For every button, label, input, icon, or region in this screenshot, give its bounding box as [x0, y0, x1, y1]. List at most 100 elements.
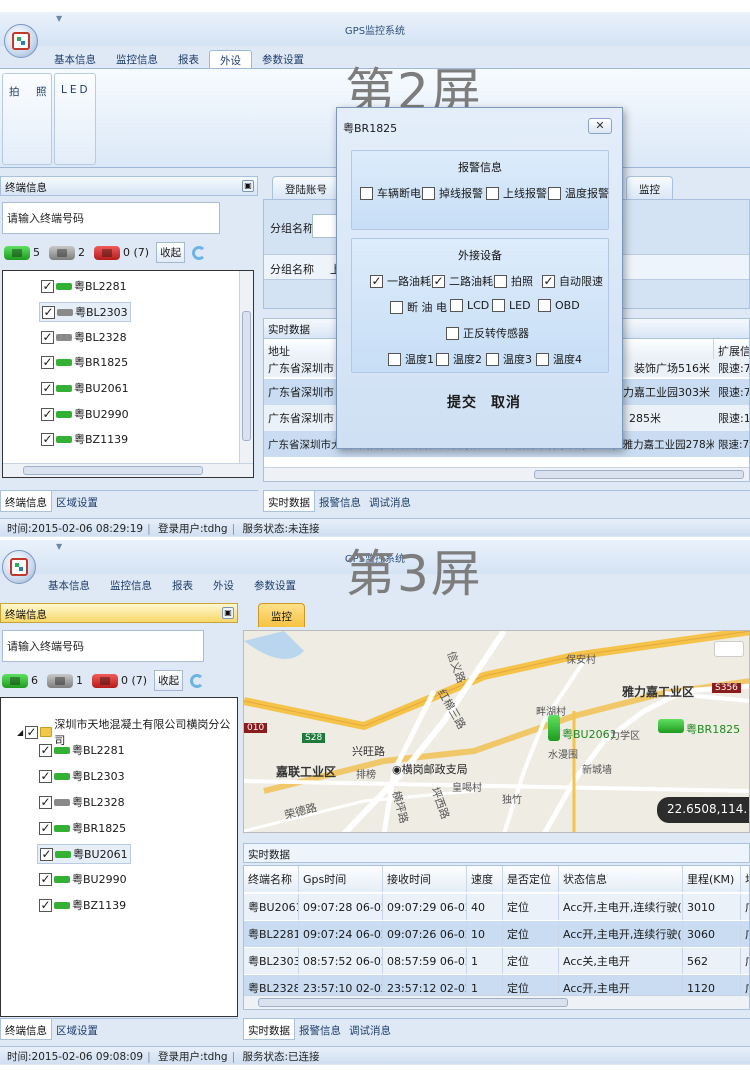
tab-monitor[interactable]: 监控 — [258, 603, 305, 627]
tab-alarm-info[interactable]: 报警信息 — [295, 1019, 345, 1040]
tab-realtime-data[interactable]: 实时数据 — [243, 1019, 295, 1040]
device-rotation-sensor-checkbox[interactable]: 正反转传感器 — [446, 325, 529, 341]
tree-item[interactable]: ✓ 粤BR1825 — [39, 353, 130, 371]
table-row[interactable]: 粤BU2061 09:07:28 06-02 09:07:29 06-02 40 定位 A… — [244, 894, 749, 920]
ribbon-tab-monitor[interactable]: 监控信息 — [106, 50, 168, 68]
checkbox-checked[interactable]: ✓ — [41, 279, 54, 293]
vehicle-marker-icon[interactable] — [658, 719, 684, 733]
checkbox-checked[interactable]: ✓ — [39, 898, 52, 912]
tab-debug-messages[interactable]: 调试消息 — [365, 491, 415, 512]
expand-arrow-icon[interactable]: ◢ — [17, 728, 23, 737]
checkbox-checked[interactable]: ✓ — [41, 381, 54, 395]
alarm-online-checkbox[interactable]: 上线报警 — [486, 185, 547, 201]
device-temp2-checkbox[interactable]: 温度2 — [436, 351, 482, 367]
grid-horizontal-scrollbar[interactable] — [244, 995, 749, 1009]
app-orb-button[interactable] — [4, 24, 38, 58]
tab-terminal-info[interactable]: 终端信息 — [0, 1019, 52, 1040]
checkbox-checked[interactable]: ✓ — [39, 769, 52, 783]
device-temp4-checkbox[interactable]: 温度4 — [536, 351, 582, 367]
alarm-offline-checkbox[interactable]: 掉线报警 — [422, 185, 483, 201]
tab-realtime-data[interactable]: 实时数据 — [263, 491, 315, 512]
checkbox-checked[interactable]: ✓ — [41, 407, 54, 421]
grid-horizontal-scrollbar[interactable] — [264, 467, 749, 481]
tab-debug-messages[interactable]: 调试消息 — [345, 1019, 395, 1040]
collapse-button[interactable]: 收起 — [156, 242, 186, 263]
checkbox-checked[interactable]: ✓ — [41, 355, 54, 369]
device-lcd-checkbox[interactable]: LCD — [450, 299, 489, 312]
tree-item[interactable]: ✓ 粤BU2061 — [39, 379, 131, 397]
ribbon-tab-basic[interactable]: 基本信息 — [38, 576, 100, 594]
close-icon[interactable]: ✕ — [588, 118, 612, 134]
scroll-thumb[interactable] — [534, 470, 744, 479]
device-fuel1-checkbox[interactable]: ✓ 一路油耗 — [370, 273, 431, 289]
tab-area-settings[interactable]: 区域设置 — [52, 491, 102, 512]
alarm-temperature-checkbox[interactable]: 温度报警 — [548, 185, 609, 201]
quick-access-toolbar[interactable]: ▼ — [56, 542, 62, 551]
grid-header[interactable]: 终端名称Gps时间接收时间速度是否定位状态信息里程(KM)地 — [244, 866, 749, 892]
alarm-power-off-checkbox[interactable]: 车辆断电 — [360, 185, 421, 201]
tree-item[interactable]: ✓ 粤BL2328 — [39, 328, 129, 346]
scroll-thumb[interactable] — [23, 466, 203, 475]
tab-area-settings[interactable]: 区域设置 — [52, 1019, 102, 1040]
refresh-icon[interactable] — [190, 673, 205, 688]
scroll-thumb[interactable] — [258, 998, 568, 1007]
device-temp1-checkbox[interactable]: 温度1 — [388, 351, 434, 367]
tree-vertical-scrollbar[interactable] — [239, 271, 253, 463]
device-fuel2-checkbox[interactable]: ✓ 二路油耗 — [432, 273, 493, 289]
device-obd-checkbox[interactable]: OBD — [538, 299, 580, 312]
checkbox-checked[interactable]: ✓ — [39, 821, 52, 835]
tab-alarm-info[interactable]: 报警信息 — [315, 491, 365, 512]
tree-item[interactable]: ✓ 粤BL2303 — [39, 302, 131, 322]
tree-item[interactable]: ✓ 粤BL2328 — [37, 793, 127, 811]
checkbox-checked[interactable]: ✓ — [39, 743, 52, 757]
checkbox-checked[interactable]: ✓ — [25, 725, 38, 739]
photo-button[interactable]: 拍 照 — [2, 73, 52, 165]
scroll-thumb[interactable] — [242, 311, 251, 441]
tree-item[interactable]: ✓ 粤BL2303 — [37, 767, 127, 785]
checkbox-checked[interactable]: ✓ — [40, 847, 53, 861]
checkbox-checked[interactable]: ✓ — [39, 795, 52, 809]
tree-item[interactable]: ✓ 粤BU2990 — [37, 870, 129, 888]
terminal-search-input[interactable]: 请输入终端号码 — [2, 202, 220, 234]
ribbon-tab-basic[interactable]: 基本信息 — [44, 50, 106, 68]
device-auto-speed-checkbox[interactable]: ✓ 自动限速 — [542, 273, 603, 289]
device-temp3-checkbox[interactable]: 温度3 — [486, 351, 532, 367]
map-tools-icon[interactable] — [714, 641, 744, 657]
tree-item[interactable]: ✓ 粤BZ1139 — [39, 430, 130, 448]
cancel-button[interactable]: 取消 — [491, 392, 521, 412]
checkbox-checked[interactable]: ✓ — [42, 305, 55, 319]
app-orb-button[interactable] — [2, 550, 36, 584]
refresh-icon[interactable] — [192, 245, 207, 260]
ribbon-tab-peripheral[interactable]: 外设 — [209, 50, 252, 68]
ribbon-tab-monitor[interactable]: 监控信息 — [100, 576, 162, 594]
pin-icon[interactable]: ▣ — [242, 180, 254, 192]
quick-access-toolbar[interactable]: ▼ — [56, 14, 62, 23]
tree-item[interactable]: ✓ 粤BL2281 — [39, 277, 129, 295]
tab-login-account[interactable]: 登陆账号 — [272, 176, 340, 200]
ribbon-tab-report[interactable]: 报表 — [168, 50, 209, 68]
tree-item[interactable]: ✓ 粤BZ1139 — [37, 896, 128, 914]
ribbon-tab-report[interactable]: 报表 — [162, 576, 203, 594]
collapse-button[interactable]: 收起 — [154, 670, 184, 691]
device-led-checkbox[interactable]: LED — [492, 299, 531, 312]
tree-item[interactable]: ✓ 粤BU2990 — [39, 405, 131, 423]
ribbon-tab-params[interactable]: 参数设置 — [252, 50, 314, 68]
submit-button[interactable]: 提交 — [447, 392, 477, 412]
tree-item[interactable]: ✓ 粤BU2061 — [37, 844, 131, 864]
terminal-search-input[interactable]: 请输入终端号码 — [2, 630, 204, 662]
ribbon-tab-peripheral[interactable]: 外设 — [203, 576, 244, 594]
device-photo-checkbox[interactable]: 拍照 — [494, 273, 533, 289]
tab-monitor[interactable]: 监控 — [626, 176, 673, 200]
checkbox-checked[interactable]: ✓ — [39, 872, 52, 886]
map-view[interactable]: S356 S28 010 雅力嘉工业区 兴旺路 嘉联工业区 排榜 ◉横岗邮政支局… — [243, 630, 750, 833]
checkbox-checked[interactable]: ✓ — [41, 330, 54, 344]
checkbox-checked[interactable]: ✓ — [41, 432, 54, 446]
pin-icon[interactable]: ▣ — [222, 607, 234, 619]
device-cut-power-checkbox[interactable]: 断 油 电 — [390, 299, 447, 315]
tab-terminal-info[interactable]: 终端信息 — [0, 491, 52, 512]
led-button[interactable]: LED — [54, 73, 96, 165]
tree-item[interactable]: ✓ 粤BR1825 — [37, 819, 128, 837]
tree-horizontal-scrollbar[interactable] — [3, 463, 253, 477]
tree-item[interactable]: ✓ 粤BL2281 — [37, 741, 127, 759]
table-row[interactable]: 粤BL2281 09:07:24 06-02 09:07:26 06-02 10 定位 A… — [244, 921, 749, 947]
